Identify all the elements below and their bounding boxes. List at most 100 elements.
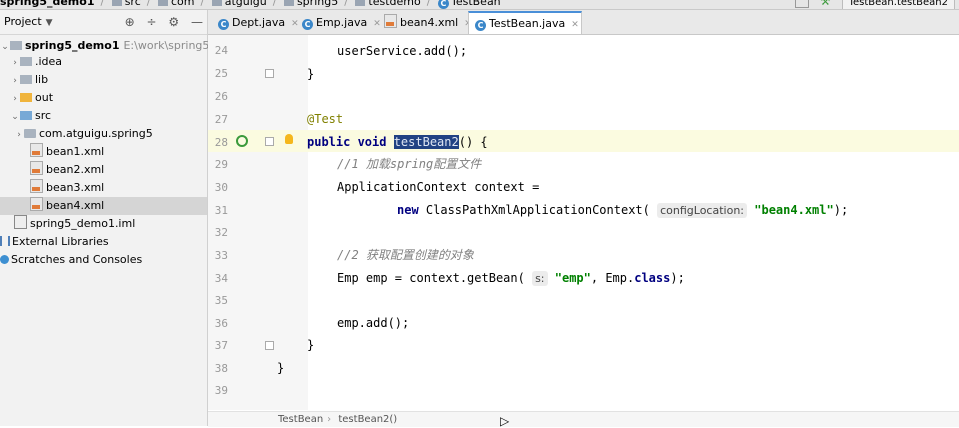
line-number: 37 — [214, 339, 228, 352]
tree-item[interactable]: ⌄ src — [0, 107, 207, 125]
code-line[interactable]: //2 获取配置创建的对象 — [337, 244, 474, 266]
project-panel: Project ▼ ⊕ ÷ ⚙ — ⌄ spring5_demo1 E:\work\s… — [0, 10, 253, 426]
code-line[interactable]: } — [307, 63, 314, 85]
fold-icon[interactable] — [265, 137, 274, 146]
tree-item[interactable]: › com.atguigu.spring5 — [0, 125, 207, 143]
class-icon: C — [218, 19, 229, 30]
build-icon[interactable] — [794, 0, 809, 8]
class-icon: C — [475, 20, 486, 31]
editor-breadcrumb: TestBean › testBean2() — [208, 411, 959, 427]
tree-item[interactable]: › lib — [0, 71, 207, 89]
project-panel-header: Project ▼ ⊕ ÷ ⚙ — — [0, 10, 207, 35]
close-icon[interactable]: ✕ — [571, 20, 579, 30]
xml-file-icon — [30, 179, 43, 193]
collapse-all-icon[interactable]: ÷ — [147, 15, 157, 29]
run-configuration-select[interactable]: TestBean.testBean2 — [841, 0, 955, 9]
line-number: 34 — [214, 272, 228, 285]
code-line[interactable]: new ClassPathXmlApplicationContext( conf… — [397, 199, 848, 221]
line-number: 24 — [214, 44, 228, 57]
fold-icon[interactable] — [265, 341, 274, 350]
folder-icon — [283, 0, 294, 6]
breadcrumb-item[interactable]: testBean2() — [338, 414, 397, 425]
breadcrumb-item[interactable]: spring5 — [297, 0, 338, 8]
expand-arrow-icon[interactable]: › — [14, 126, 24, 144]
code-line[interactable]: //1 加载spring配置文件 — [337, 153, 481, 175]
line-number: 25 — [214, 67, 228, 80]
tree-item[interactable]: bean1.xml — [0, 143, 207, 161]
breadcrumb-item[interactable]: com — [171, 0, 195, 8]
xml-file-icon — [384, 14, 397, 28]
tree-item-selected[interactable]: bean4.xml — [0, 197, 207, 215]
tree-item[interactable]: spring5_demo1.iml — [0, 215, 207, 233]
expand-arrow-icon[interactable]: › — [10, 72, 20, 90]
parameter-hint: s: — [532, 271, 548, 286]
lightbulb-icon[interactable] — [285, 134, 293, 144]
code-line[interactable]: public void testBean2() { — [307, 131, 488, 153]
output-folder-icon — [20, 93, 32, 102]
tab-emp-java[interactable]: C Emp.java ✕ — [296, 12, 381, 33]
tree-item[interactable]: bean2.xml — [0, 161, 207, 179]
tree-item[interactable]: › out — [0, 89, 207, 107]
breadcrumb: spring5_demo1/ src / com / atguigu / spring… — [0, 0, 503, 9]
expand-arrow-icon[interactable]: › — [10, 90, 20, 108]
breadcrumb-item[interactable]: src — [125, 0, 141, 8]
folder-icon — [355, 0, 366, 6]
line-number: 32 — [214, 226, 228, 239]
code-line[interactable]: @Test — [307, 108, 343, 130]
xml-file-icon — [30, 197, 43, 211]
tab-testbean-java[interactable]: C TestBean.java ✕ — [468, 11, 582, 34]
library-icon — [0, 236, 10, 246]
line-number: 26 — [214, 90, 228, 103]
folder-icon — [111, 0, 122, 6]
breadcrumb-item[interactable]: spring5_demo1 — [0, 0, 94, 8]
code-line[interactable]: } — [277, 357, 284, 379]
package-icon — [24, 129, 36, 138]
code-line[interactable]: } — [307, 334, 314, 356]
line-number: 27 — [214, 113, 228, 126]
folder-icon — [20, 75, 32, 84]
run-test-icon[interactable] — [236, 135, 248, 147]
code-line[interactable]: userService.add(); — [337, 40, 467, 62]
tree-item[interactable]: External Libraries — [0, 233, 207, 251]
line-number: 33 — [214, 249, 228, 262]
breadcrumb-item[interactable]: TestBean — [278, 414, 323, 425]
tree-item[interactable]: › .idea — [0, 53, 207, 71]
tab-dept-java[interactable]: C Dept.java ✕ — [212, 12, 299, 33]
xml-file-icon — [30, 143, 43, 157]
line-number: 30 — [214, 181, 228, 194]
module-folder-icon — [10, 41, 22, 50]
search-icon[interactable]: ⚒ — [820, 0, 830, 8]
tab-bean4-xml[interactable]: bean4.xml✕ — [378, 12, 472, 33]
fold-icon[interactable] — [265, 69, 274, 78]
project-view-selector[interactable]: Project ▼ — [4, 10, 53, 35]
parameter-hint: configLocation: — [657, 203, 748, 218]
code-line[interactable]: ApplicationContext context = — [337, 176, 539, 198]
iml-file-icon — [14, 215, 27, 229]
line-number: 28 — [214, 136, 228, 149]
code-line[interactable]: emp.add(); — [337, 312, 409, 334]
breadcrumb-item[interactable]: TestBean — [451, 0, 501, 8]
navigation-bar: spring5_demo1/ src / com / atguigu / spring… — [0, 0, 959, 10]
class-icon: C — [437, 0, 449, 9]
expand-arrow-icon[interactable]: › — [10, 54, 20, 72]
breadcrumb-item[interactable]: atguigu — [225, 0, 267, 8]
code-line[interactable]: Emp emp = context.getBean( s: "emp", Emp… — [337, 267, 685, 289]
source-folder-icon — [20, 111, 32, 120]
line-number: 35 — [214, 294, 228, 307]
breadcrumb-item[interactable]: testdemo — [368, 0, 420, 8]
chevron-down-icon: ▼ — [45, 18, 53, 28]
tree-item[interactable]: bean3.xml — [0, 179, 207, 197]
folder-icon — [211, 0, 222, 6]
code-editor[interactable] — [308, 35, 959, 410]
xml-file-icon — [30, 161, 43, 175]
hide-icon[interactable]: — — [191, 15, 203, 29]
line-number: 29 — [214, 158, 228, 171]
scratches-icon — [0, 255, 9, 264]
locate-icon[interactable]: ⊕ — [125, 15, 135, 29]
class-icon: C — [302, 19, 313, 30]
gear-icon[interactable]: ⚙ — [168, 15, 179, 29]
folder-icon — [157, 0, 168, 6]
line-number: 39 — [214, 384, 228, 397]
tree-item[interactable]: Scratches and Consoles — [0, 251, 207, 269]
expand-arrow-icon[interactable]: ⌄ — [10, 108, 20, 126]
